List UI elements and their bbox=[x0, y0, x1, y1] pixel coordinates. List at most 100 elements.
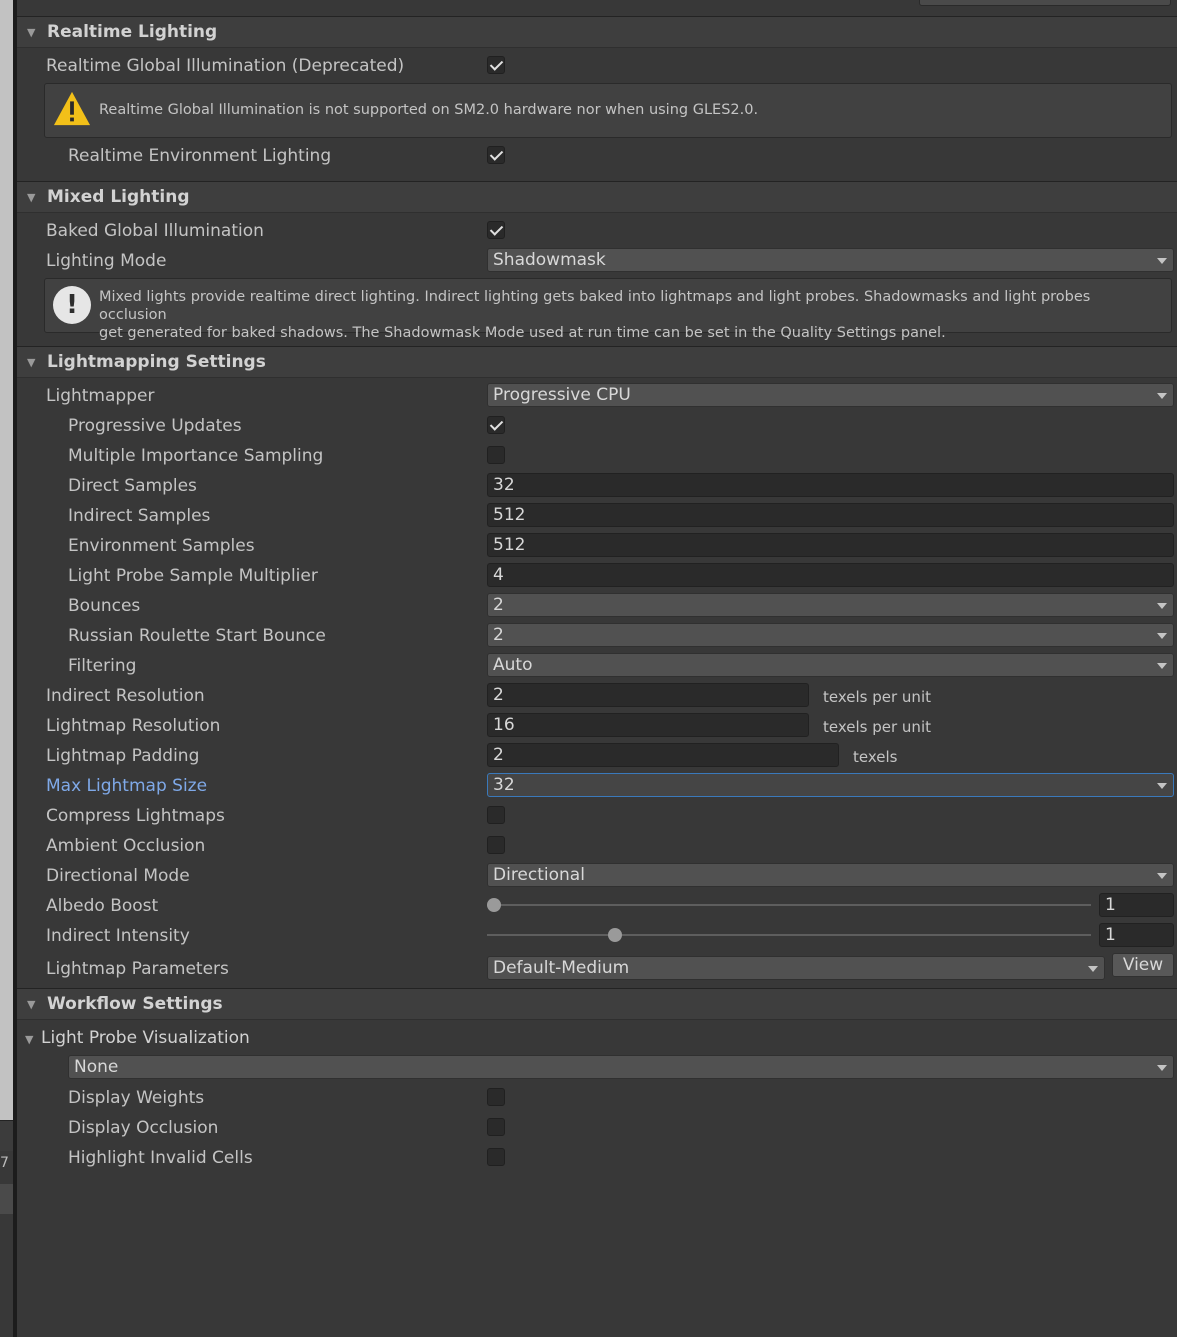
lightmapper-dropdown[interactable]: Progressive CPU bbox=[487, 383, 1174, 407]
display-occlusion-checkbox[interactable] bbox=[487, 1118, 505, 1136]
lightmap-padding-field[interactable]: 2 bbox=[487, 743, 839, 767]
chevron-down-icon bbox=[1157, 603, 1167, 609]
max-lightmap-size-dropdown[interactable]: 32 bbox=[487, 773, 1174, 797]
field-value: 4 bbox=[493, 565, 504, 585]
ambient-occlusion-checkbox[interactable] bbox=[487, 836, 505, 854]
chevron-down-icon bbox=[1157, 873, 1167, 879]
section-title: Lightmapping Settings bbox=[47, 352, 266, 372]
section-lightmapping-settings[interactable]: ▼ Lightmapping Settings bbox=[17, 346, 1177, 378]
directional-mode-dropdown[interactable]: Directional bbox=[487, 863, 1174, 887]
chevron-down-icon bbox=[1157, 783, 1167, 789]
left-panel-strip: 7 bbox=[0, 0, 13, 1337]
baked-gi-label: Baked Global Illumination bbox=[46, 221, 264, 241]
toolbar-button-edge[interactable] bbox=[919, 0, 1171, 6]
row-realtime-gi: Realtime Global Illumination (Deprecated… bbox=[17, 52, 1177, 80]
russian-roulette-dropdown[interactable]: 2 bbox=[487, 623, 1174, 647]
dropdown-value: Shadowmask bbox=[493, 250, 606, 270]
light-probe-visualization-label: Light Probe Visualization bbox=[41, 1028, 250, 1048]
probe-multiplier-field[interactable]: 4 bbox=[487, 563, 1174, 587]
mis-checkbox[interactable] bbox=[487, 446, 505, 464]
compress-lightmaps-checkbox[interactable] bbox=[487, 806, 505, 824]
info-text-line-1: Mixed lights provide realtime direct lig… bbox=[99, 289, 1091, 323]
realtime-env-label: Realtime Environment Lighting bbox=[68, 146, 332, 166]
highlight-invalid-cells-checkbox[interactable] bbox=[487, 1148, 505, 1166]
foldout-arrow-icon: ▼ bbox=[27, 998, 36, 1011]
section-title: Mixed Lighting bbox=[47, 187, 190, 207]
probe-visualization-dropdown[interactable]: None bbox=[68, 1055, 1174, 1079]
warning-text: Realtime Global Illumination is not supp… bbox=[99, 102, 759, 118]
row-ambient-occlusion: Ambient Occlusion bbox=[17, 832, 1177, 860]
unit-label: texels per unit bbox=[823, 718, 931, 736]
foldout-arrow-icon: ▼ bbox=[27, 26, 36, 39]
baked-gi-checkbox[interactable] bbox=[487, 221, 505, 239]
indirect-intensity-field[interactable]: 1 bbox=[1099, 923, 1174, 947]
field-value: 2 bbox=[493, 745, 504, 765]
albedo-boost-slider-knob[interactable] bbox=[487, 898, 501, 912]
row-lightmap-padding: Lightmap Padding 2 texels bbox=[17, 742, 1177, 770]
info-text: Mixed lights provide realtime direct lig… bbox=[99, 288, 1159, 342]
warning-helpbox: Realtime Global Illumination is not supp… bbox=[44, 83, 1172, 138]
progressive-updates-checkbox[interactable] bbox=[487, 416, 505, 434]
row-russian-roulette: Russian Roulette Start Bounce 2 bbox=[17, 622, 1177, 650]
row-environment-samples: Environment Samples 512 bbox=[17, 532, 1177, 560]
lightmap-resolution-label: Lightmap Resolution bbox=[46, 716, 221, 736]
row-lightmapper: Lightmapper Progressive CPU bbox=[17, 382, 1177, 410]
indirect-resolution-field[interactable]: 2 bbox=[487, 683, 809, 707]
foldout-arrow-icon: ▼ bbox=[25, 1033, 34, 1046]
russian-roulette-label: Russian Roulette Start Bounce bbox=[68, 626, 326, 646]
filtering-dropdown[interactable]: Auto bbox=[487, 653, 1174, 677]
display-weights-checkbox[interactable] bbox=[487, 1088, 505, 1106]
lightmap-parameters-dropdown[interactable]: Default-Medium bbox=[487, 956, 1105, 980]
field-value: 1 bbox=[1105, 895, 1116, 915]
section-workflow-settings[interactable]: ▼ Workflow Settings bbox=[17, 988, 1177, 1020]
row-direct-samples: Direct Samples 32 bbox=[17, 472, 1177, 500]
chevron-down-icon bbox=[1157, 663, 1167, 669]
indirect-resolution-label: Indirect Resolution bbox=[46, 686, 205, 706]
albedo-boost-field[interactable]: 1 bbox=[1099, 893, 1174, 917]
left-panel-fragment-text: 7 bbox=[0, 1155, 9, 1171]
lighting-mode-dropdown[interactable]: Shadowmask bbox=[487, 248, 1174, 272]
field-value: 512 bbox=[493, 505, 526, 525]
ambient-occlusion-label: Ambient Occlusion bbox=[46, 836, 206, 856]
warning-icon bbox=[53, 91, 91, 126]
mis-label: Multiple Importance Sampling bbox=[68, 446, 324, 466]
direct-samples-field[interactable]: 32 bbox=[487, 473, 1174, 497]
indirect-intensity-slider-knob[interactable] bbox=[607, 928, 622, 942]
view-button[interactable]: View bbox=[1112, 953, 1174, 977]
indirect-intensity-slider[interactable] bbox=[487, 934, 1091, 936]
indirect-intensity-label: Indirect Intensity bbox=[46, 926, 190, 946]
row-lightmap-resolution: Lightmap Resolution 16 texels per unit bbox=[17, 712, 1177, 740]
realtime-env-checkbox[interactable] bbox=[487, 146, 505, 164]
realtime-gi-checkbox[interactable] bbox=[487, 56, 505, 74]
environment-samples-field[interactable]: 512 bbox=[487, 533, 1174, 557]
progressive-updates-label: Progressive Updates bbox=[68, 416, 242, 436]
section-realtime-lighting[interactable]: ▼ Realtime Lighting bbox=[17, 16, 1177, 48]
row-highlight-invalid-cells: Highlight Invalid Cells bbox=[17, 1144, 1177, 1172]
albedo-boost-label: Albedo Boost bbox=[46, 896, 159, 916]
display-occlusion-label: Display Occlusion bbox=[68, 1118, 219, 1138]
lighting-mode-label: Lighting Mode bbox=[46, 251, 167, 271]
probe-multiplier-label: Light Probe Sample Multiplier bbox=[68, 566, 318, 586]
directional-mode-label: Directional Mode bbox=[46, 866, 190, 886]
section-mixed-lighting[interactable]: ▼ Mixed Lighting bbox=[17, 181, 1177, 213]
indirect-samples-field[interactable]: 512 bbox=[487, 503, 1174, 527]
row-bounces: Bounces 2 bbox=[17, 592, 1177, 620]
row-lightmap-parameters: Lightmap Parameters Default-Medium View bbox=[17, 953, 1177, 983]
chevron-down-icon bbox=[1157, 633, 1167, 639]
left-panel-band bbox=[0, 1120, 13, 1151]
dropdown-value: Progressive CPU bbox=[493, 385, 631, 405]
info-helpbox: ! Mixed lights provide realtime direct l… bbox=[44, 278, 1172, 341]
chevron-down-icon bbox=[1157, 1065, 1167, 1071]
section-title: Workflow Settings bbox=[47, 994, 223, 1014]
albedo-boost-slider[interactable] bbox=[487, 904, 1091, 906]
unit-label: texels per unit bbox=[823, 688, 931, 706]
dropdown-value: 2 bbox=[493, 595, 504, 615]
bounces-dropdown[interactable]: 2 bbox=[487, 593, 1174, 617]
light-probe-visualization-foldout[interactable]: ▼ Light Probe Visualization bbox=[17, 1024, 1177, 1052]
info-icon: ! bbox=[53, 286, 91, 324]
display-weights-label: Display Weights bbox=[68, 1088, 205, 1108]
lightmap-resolution-field[interactable]: 16 bbox=[487, 713, 809, 737]
row-compress-lightmaps: Compress Lightmaps bbox=[17, 802, 1177, 830]
bounces-label: Bounces bbox=[68, 596, 141, 616]
top-toolbar-remnant bbox=[17, 0, 1177, 17]
